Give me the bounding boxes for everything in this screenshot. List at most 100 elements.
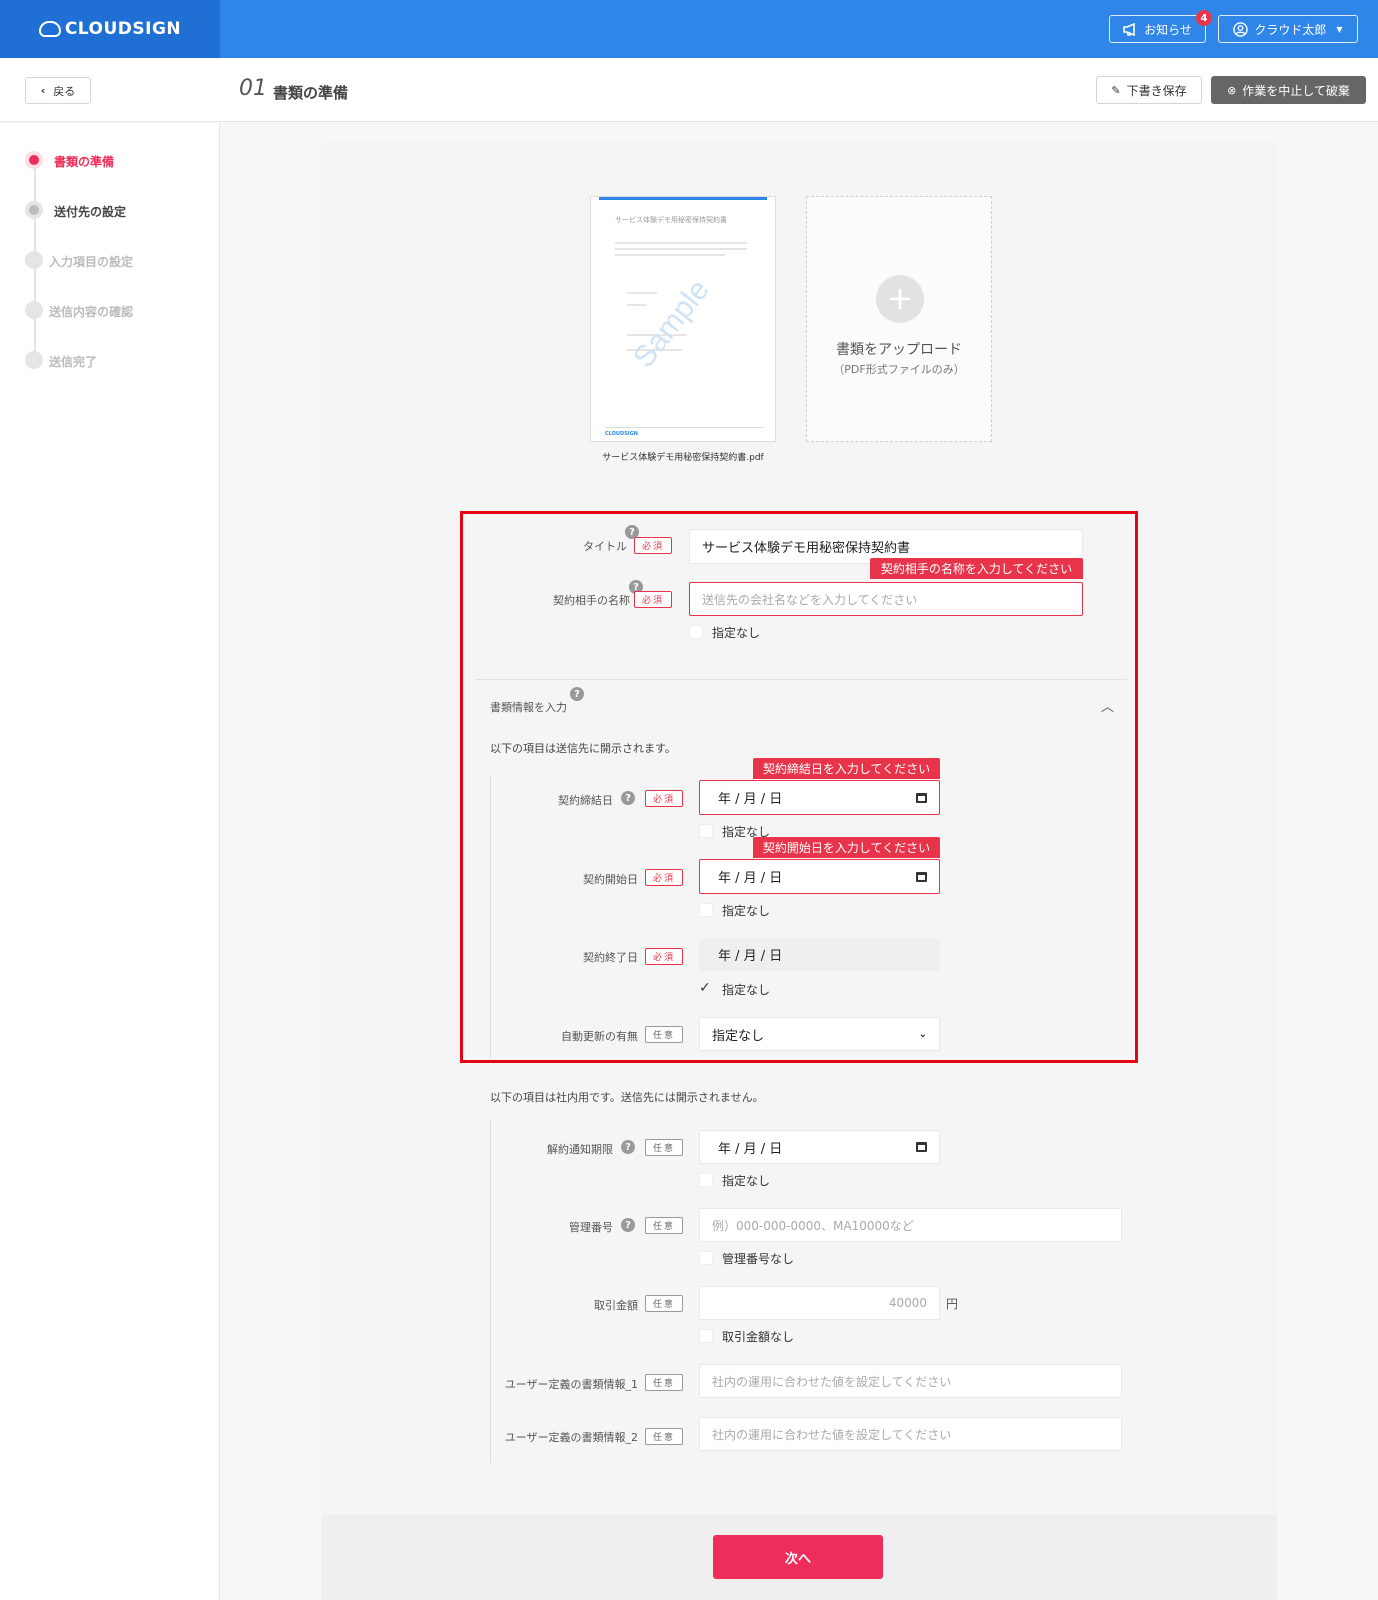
step-label-complete: 送信完了 xyxy=(49,355,98,369)
partner-none-label: 指定なし xyxy=(712,626,761,640)
mgmt-no-none-label: 管理番号なし xyxy=(722,1252,795,1266)
step-dot xyxy=(25,301,43,319)
step-label-confirm: 送信内容の確認 xyxy=(49,305,134,319)
auto-renew-value: 指定なし xyxy=(712,1028,765,1044)
step-label-prepare: 書類の準備 xyxy=(54,155,115,169)
required-tag: 必須 xyxy=(645,790,683,807)
close-circle-icon: ⊗ xyxy=(1227,83,1237,97)
help-icon[interactable]: ? xyxy=(570,687,584,701)
sign-date-error-message: 契約締結日を入力してください xyxy=(753,758,940,779)
discard-button[interactable]: ⊗ 作業を中止して破棄 xyxy=(1211,76,1366,104)
cloudsign-logo[interactable]: CLOUDSIGN xyxy=(0,0,220,58)
amount-label: 取引金額 xyxy=(594,1299,638,1312)
document-filename: サービス体験デモ用秘密保持契約書.pdf xyxy=(602,453,764,463)
optional-tag: 任意 xyxy=(645,1428,683,1445)
sidebar xyxy=(0,123,220,1600)
optional-tag: 任意 xyxy=(645,1295,683,1312)
save-draft-button[interactable]: ✎ 下書き保存 xyxy=(1096,76,1202,104)
optional-tag: 任意 xyxy=(645,1026,683,1043)
help-icon[interactable]: ? xyxy=(621,1140,635,1154)
disclosed-note: 以下の項目は送信先に開示されます。 xyxy=(490,742,676,755)
discard-label: 作業を中止して破棄 xyxy=(1242,83,1350,98)
calendar-icon[interactable] xyxy=(916,871,927,882)
start-date-label: 契約開始日 xyxy=(583,873,638,886)
mgmt-no-input[interactable]: 例）000-000-0000、MA10000など xyxy=(699,1208,1122,1242)
section-rule xyxy=(490,1120,491,1463)
page-title: 書類の準備 xyxy=(273,84,349,102)
back-button[interactable]: ‹ 戻る xyxy=(25,77,91,104)
step-dot xyxy=(25,351,43,369)
user-menu-button[interactable]: クラウド太郎 ▼ xyxy=(1218,15,1358,43)
calendar-icon[interactable] xyxy=(916,792,927,803)
thumb-logo: CLOUDSIGN xyxy=(605,431,638,437)
optional-tag: 任意 xyxy=(645,1139,683,1156)
optional-tag: 任意 xyxy=(645,1217,683,1234)
plus-icon[interactable]: + xyxy=(876,275,924,323)
save-draft-label: 下書き保存 xyxy=(1126,83,1187,98)
optional-tag: 任意 xyxy=(645,1374,683,1391)
sign-date-none-checkbox[interactable] xyxy=(699,824,713,838)
cancel-notice-none-checkbox[interactable] xyxy=(699,1173,713,1187)
user-defined-2-input[interactable]: 社内の運用に合わせた値を設定してください xyxy=(699,1417,1122,1451)
mgmt-no-none-checkbox[interactable] xyxy=(699,1251,713,1265)
section-rule xyxy=(490,775,491,1058)
user-defined-1-input[interactable]: 社内の運用に合わせた値を設定してください xyxy=(699,1364,1122,1398)
amount-input[interactable]: 40000 xyxy=(699,1286,940,1320)
partner-error-message: 契約相手の名称を入力してください xyxy=(870,558,1083,579)
mgmt-no-label: 管理番号 xyxy=(569,1221,613,1234)
date-placeholder: 年 / 月 / 日 xyxy=(718,792,783,807)
user-defined-2-label: ユーザー定義の書類情報_2 xyxy=(504,1431,638,1444)
required-tag: 必須 xyxy=(645,869,683,886)
step-number: 01 xyxy=(239,76,267,101)
amount-unit: 円 xyxy=(946,1297,959,1311)
partner-name-input[interactable]: 送信先の会社名などを入力してください xyxy=(689,582,1083,616)
user-defined-1-label: ユーザー定義の書類情報_1 xyxy=(504,1378,638,1391)
edit-icon: ✎ xyxy=(1111,83,1121,97)
upload-label: 書類をアップロード xyxy=(836,342,962,358)
doc-info-heading: 書類情報を入力 xyxy=(490,701,567,714)
user-circle-icon xyxy=(1233,21,1249,37)
calendar-icon[interactable] xyxy=(916,1142,927,1152)
end-date-label: 契約終了日 xyxy=(583,951,638,964)
partner-none-checkbox[interactable] xyxy=(689,625,703,639)
megaphone-icon xyxy=(1123,22,1135,36)
chevron-left-icon: ‹ xyxy=(40,84,46,97)
cancel-notice-none-label: 指定なし xyxy=(722,1174,771,1188)
end-date-input: 年 / 月 / 日 xyxy=(699,938,940,971)
next-button[interactable]: 次へ xyxy=(713,1535,883,1579)
back-label: 戻る xyxy=(53,84,76,98)
auto-renew-label: 自動更新の有無 xyxy=(561,1030,638,1043)
start-date-none-label: 指定なし xyxy=(722,904,771,918)
notifications-button[interactable]: お知らせ xyxy=(1109,15,1206,43)
cancel-notice-input[interactable]: 年 / 月 / 日 xyxy=(699,1130,940,1164)
end-date-none-label: 指定なし xyxy=(722,983,771,997)
required-tag: 必須 xyxy=(634,537,672,554)
auto-renew-select[interactable]: 指定なし ⌄ xyxy=(699,1017,940,1051)
logo-text: CLOUDSIGN xyxy=(64,19,182,39)
start-date-input[interactable]: 年 / 月 / 日 xyxy=(699,859,940,894)
cancel-notice-label: 解約通知期限 xyxy=(547,1143,613,1156)
start-date-error-message: 契約開始日を入力してください xyxy=(753,837,940,858)
checkmark-icon[interactable]: ✓ xyxy=(699,980,711,996)
help-icon[interactable]: ? xyxy=(621,791,635,805)
date-placeholder: 年 / 月 / 日 xyxy=(718,871,783,886)
sign-date-label: 契約締結日 xyxy=(558,794,613,807)
required-tag: 必須 xyxy=(645,948,683,965)
sign-date-input[interactable]: 年 / 月 / 日 xyxy=(699,780,940,815)
notifications-label: お知らせ xyxy=(1144,22,1192,37)
start-date-none-checkbox[interactable] xyxy=(699,903,713,917)
amount-none-checkbox[interactable] xyxy=(699,1329,713,1343)
step-label-fields: 入力項目の設定 xyxy=(49,255,134,269)
user-name: クラウド太郎 xyxy=(1254,22,1327,37)
amount-none-label: 取引金額なし xyxy=(722,1330,795,1344)
chevron-down-icon: ⌄ xyxy=(918,1028,927,1040)
partner-name-label: 契約相手の名称 xyxy=(553,594,630,607)
step-label-recipient: 送付先の設定 xyxy=(54,205,127,219)
step-dot xyxy=(25,251,43,269)
sample-watermark: Sample xyxy=(627,273,716,374)
help-icon[interactable]: ? xyxy=(621,1218,635,1232)
step-dot-active xyxy=(25,151,43,169)
title-label: タイトル xyxy=(583,540,627,553)
chevron-up-icon[interactable]: ︿ xyxy=(1101,696,1114,715)
document-thumbnail[interactable]: サービス体験デモ用秘密保持契約書 Sample CLOUDSIGN xyxy=(590,196,776,442)
